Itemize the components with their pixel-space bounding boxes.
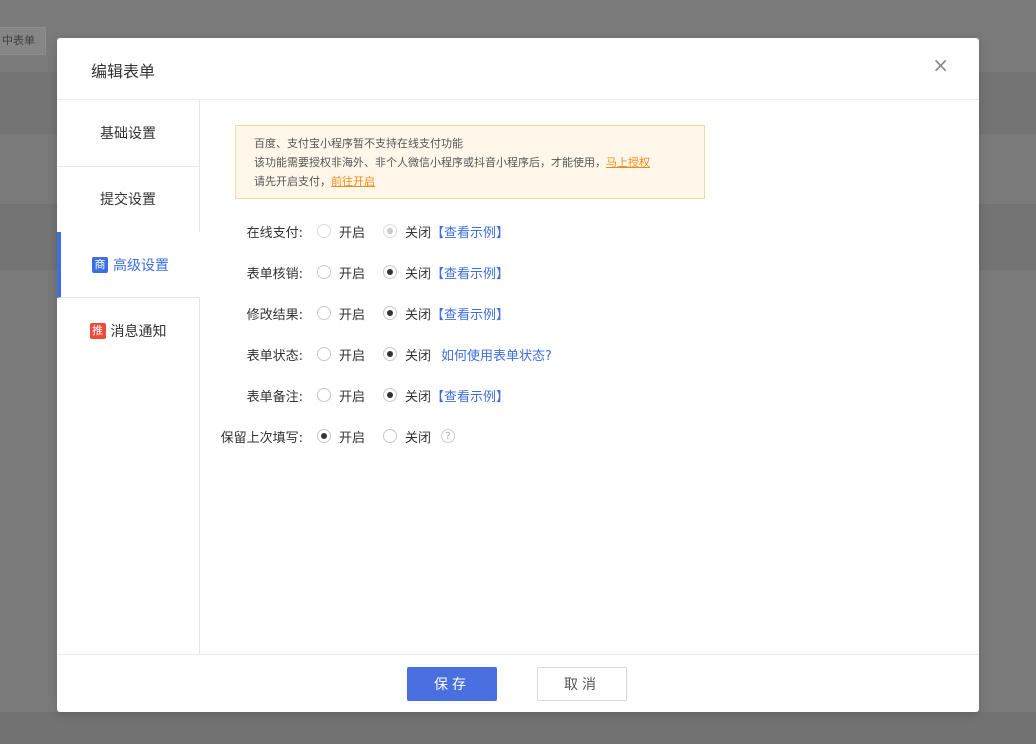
keep-last-fill-off-radio[interactable]: 关闭 [383, 427, 431, 446]
radio-circle [317, 265, 331, 279]
form-remark-on-radio[interactable]: 开启 [317, 386, 365, 405]
radio-circle [317, 306, 331, 320]
view-example-link[interactable]: 【查看示例】 [431, 222, 509, 241]
row-label: 表单核销: [246, 266, 303, 282]
radio-circle [317, 388, 331, 402]
save-button[interactable]: 保存 [407, 667, 497, 701]
radio-label: 开启 [339, 307, 366, 323]
notice-line: 百度、支付宝小程序暂不支持在线支付功能 [254, 137, 463, 150]
advanced-settings-panel: 百度、支付宝小程序暂不支持在线支付功能 该功能需要授权非海外、非个人微信小程序或… [201, 100, 979, 654]
form-verify-row: 表单核销: 开启 关闭 【查看示例】 [201, 261, 509, 283]
edit-form-modal: 编辑表单 × 基础设置 提交设置 商 高级设置 推 消息通知 百度、支付宝小程序… [57, 38, 979, 712]
notice-text: 该功能需要授权非海外、非个人微信小程序或抖音小程序后，才能使用， [254, 156, 606, 169]
promote-badge-icon: 推 [89, 323, 106, 339]
form-verify-on-radio[interactable]: 开启 [317, 263, 365, 282]
edit-result-row: 修改结果: 开启 关闭 【查看示例】 [201, 302, 509, 324]
sidebar-item-label: 提交设置 [100, 192, 156, 208]
radio-circle [383, 224, 398, 238]
keep-last-fill-on-radio[interactable]: 开启 [317, 427, 365, 446]
sidebar-item-label: 高级设置 [113, 257, 169, 274]
radio-label: 关闭 [405, 348, 432, 364]
form-verify-off-radio[interactable]: 关闭 [383, 263, 431, 282]
radio-circle [317, 429, 331, 443]
modal-title: 编辑表单 [91, 62, 156, 81]
notice-line: 请先开启支付，前往开启 [254, 172, 686, 191]
form-status-on-radio[interactable]: 开启 [317, 345, 365, 364]
modal-footer: 保存 取消 [57, 654, 979, 712]
close-icon[interactable]: × [932, 54, 949, 76]
form-status-off-radio[interactable]: 关闭 [383, 345, 431, 364]
edit-result-off-radio[interactable]: 关闭 [383, 304, 431, 323]
sidebar-item-submit-settings[interactable]: 提交设置 [57, 166, 199, 233]
sidebar-item-message-notify[interactable]: 推 消息通知 [57, 298, 199, 364]
payment-notice: 百度、支付宝小程序暂不支持在线支付功能 该功能需要授权非海外、非个人微信小程序或… [235, 125, 705, 199]
radio-label: 开启 [339, 430, 366, 446]
view-example-link[interactable]: 【查看示例】 [431, 263, 509, 282]
radio-label: 关闭 [405, 225, 432, 241]
radio-circle [383, 429, 398, 443]
enable-payment-link[interactable]: 前往开启 [331, 175, 375, 188]
radio-label: 开启 [339, 389, 366, 405]
radio-label: 开启 [339, 348, 366, 364]
notice-text: 请先开启支付， [254, 175, 331, 188]
view-example-link[interactable]: 【查看示例】 [431, 386, 509, 405]
online-payment-off-radio[interactable]: 关闭 [383, 222, 431, 241]
online-payment-on-radio[interactable]: 开启 [317, 222, 365, 241]
cancel-button[interactable]: 取消 [537, 667, 627, 701]
modal-header: 编辑表单 × [57, 38, 979, 100]
radio-label: 开启 [339, 225, 366, 241]
view-example-link[interactable]: 【查看示例】 [431, 304, 509, 323]
online-payment-row: 在线支付: 开启 关闭 【查看示例】 [201, 220, 509, 242]
help-icon[interactable]: ? [441, 429, 456, 443]
row-label: 保留上次填写: [220, 430, 303, 446]
business-badge-icon: 商 [92, 256, 108, 273]
form-status-row: 表单状态: 开启 关闭 如何使用表单状态? [201, 343, 552, 365]
background-footer [0, 712, 1036, 744]
radio-circle [383, 265, 398, 279]
row-label: 修改结果: [246, 307, 303, 323]
settings-sidebar: 基础设置 提交设置 商 高级设置 推 消息通知 [57, 100, 200, 654]
radio-label: 关闭 [405, 307, 432, 323]
sidebar-item-label: 消息通知 [110, 324, 167, 340]
sidebar-item-advanced-settings[interactable]: 商 高级设置 [57, 232, 200, 298]
radio-circle [383, 347, 398, 361]
form-remark-off-radio[interactable]: 关闭 [383, 386, 431, 405]
row-label: 表单状态: [246, 348, 303, 364]
radio-label: 开启 [339, 266, 366, 282]
radio-label: 关闭 [405, 266, 432, 282]
faded-tooltip-area [261, 495, 681, 565]
sidebar-item-label: 基础设置 [100, 126, 156, 142]
row-label: 在线支付: [246, 225, 303, 241]
radio-circle [383, 388, 398, 402]
radio-label: 关闭 [405, 389, 432, 405]
edit-result-on-radio[interactable]: 开启 [317, 304, 365, 323]
radio-circle [317, 224, 331, 238]
notice-line: 该功能需要授权非海外、非个人微信小程序或抖音小程序后，才能使用，马上授权 [254, 153, 686, 172]
radio-circle [317, 347, 331, 361]
row-label: 表单备注: [246, 389, 303, 405]
authorize-link[interactable]: 马上授权 [606, 156, 650, 169]
form-status-help-link[interactable]: 如何使用表单状态? [441, 345, 552, 364]
keep-last-fill-row: 保留上次填写: 开启 关闭 ? [201, 425, 456, 447]
radio-label: 关闭 [405, 430, 432, 446]
background-button: 中表单 [0, 27, 46, 55]
form-remark-row: 表单备注: 开启 关闭 【查看示例】 [201, 384, 509, 406]
radio-circle [383, 306, 398, 320]
sidebar-item-basic-settings[interactable]: 基础设置 [57, 100, 199, 167]
